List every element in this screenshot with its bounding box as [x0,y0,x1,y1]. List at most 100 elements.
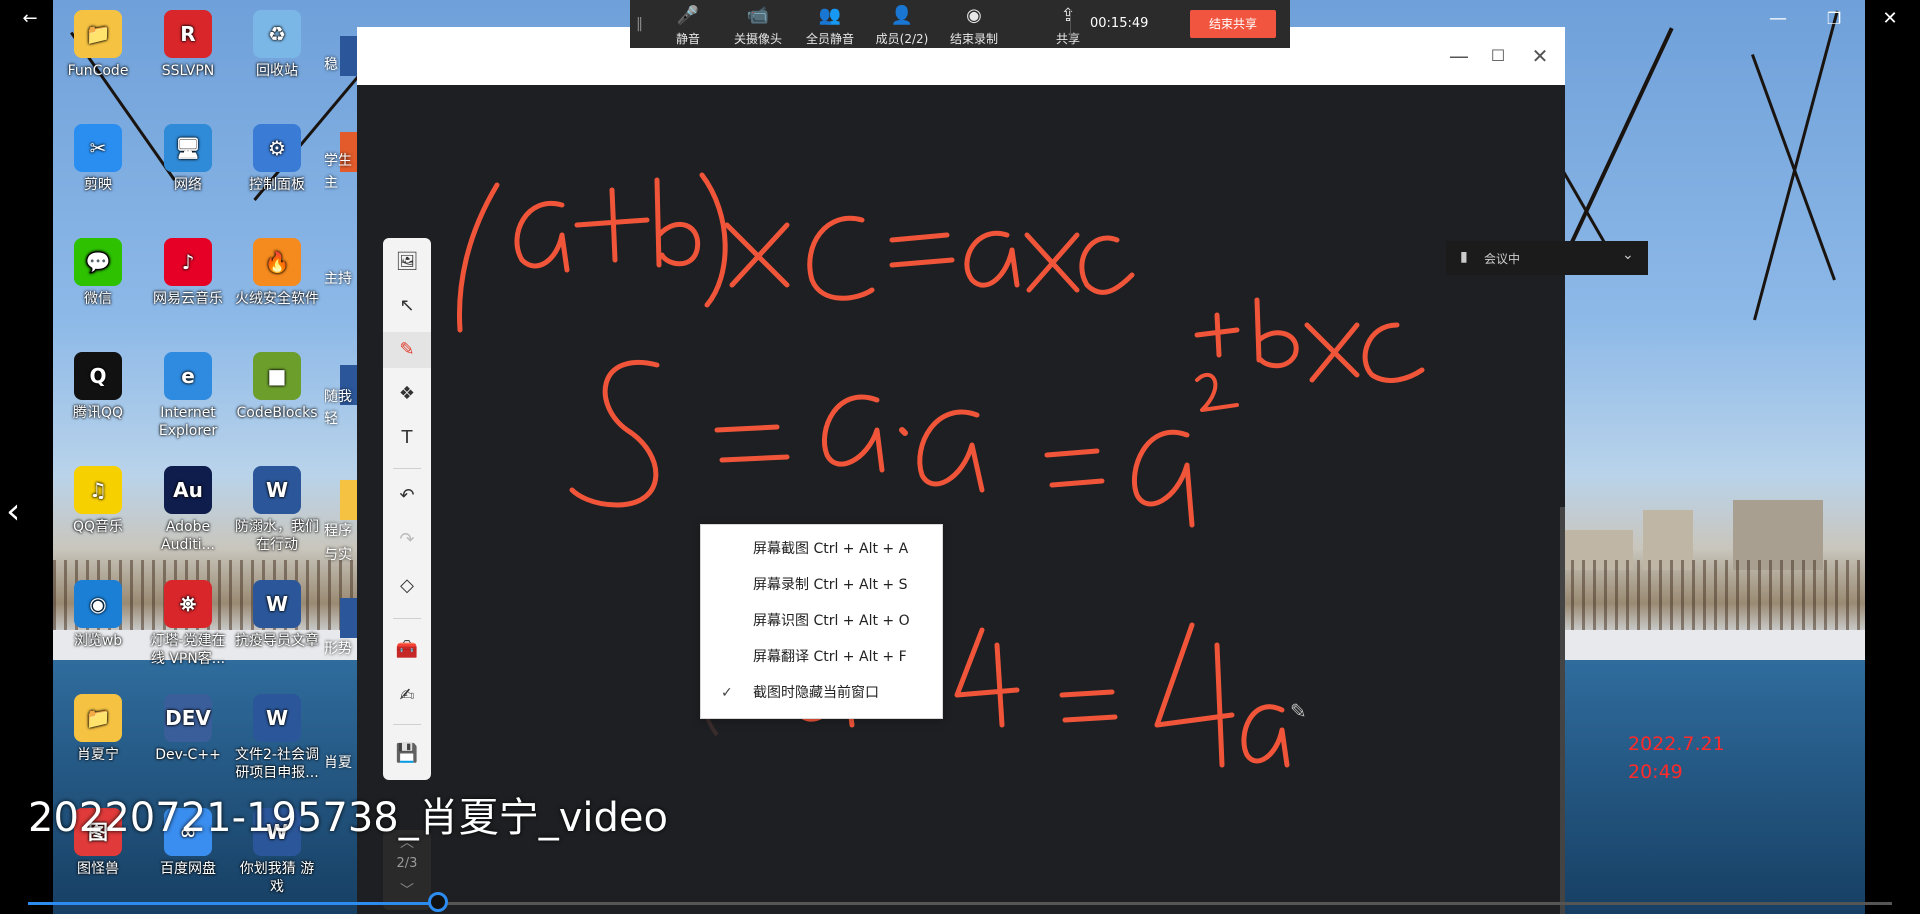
time-line: 20:49 [1628,761,1683,783]
desktop-icon[interactable]: W 文件2-社会调研项目申报... [234,694,320,782]
desktop-icon[interactable]: 📁 FunCode [55,10,141,80]
desktop-icon[interactable]: ⚙ 控制面板 [234,124,320,194]
edit-icon[interactable]: ✍ [383,678,431,714]
meeting-status-bar[interactable]: ▮ 会议中 ⌄ [1446,241,1648,275]
desktop-icon-label: 你划我猜 游戏 [239,861,315,895]
video-progress-fill [28,902,438,905]
toolbar-camera-button[interactable]: 📹 关摄像头 [727,4,789,47]
desktop-icon[interactable]: ⛯ 灯塔-党建在线 VPN客... [145,580,231,668]
desktop-icon-label: SSLVPN [161,63,215,79]
end-share-button[interactable]: 结束共享 [1190,10,1276,38]
wb-minimize-icon[interactable]: — [1444,41,1474,71]
pen-icon[interactable]: ✎ [383,332,431,368]
context-menu-label: 屏幕截图 Ctrl + Alt + A [753,541,909,557]
desktop-icon[interactable]: 📁 肖夏宁 [55,694,141,764]
desktop-icon[interactable]: 🔥 火绒安全软件 [234,238,320,308]
toolbar-microphone-button[interactable]: 🎤 静音 [657,4,719,47]
ink-stroke [1044,448,1105,488]
desktop-icon[interactable]: ♫ QQ音乐 [55,466,141,536]
toolbar-button-label: 关摄像头 [733,32,782,46]
redo-icon[interactable]: ↷ [383,522,431,558]
ink-stroke [1154,622,1235,768]
undo-icon[interactable]: ↶ [383,478,431,514]
mute-all-icon: 👥 [818,5,842,26]
select-icon[interactable]: ↖ [383,288,431,324]
desktop-icon-label: 回收站 [256,63,298,79]
wb-maximize-icon[interactable]: ☐ [1483,41,1513,71]
page-down-icon[interactable]: ﹀ [383,880,431,900]
context-menu-label: 屏幕录制 Ctrl + Alt + S [753,577,908,593]
context-menu-item[interactable]: 屏幕翻译 Ctrl + Alt + F [701,639,942,675]
desktop-app-icon: ♻ [253,10,301,58]
drag-handle-icon[interactable]: ‖ [636,16,643,32]
back-arrow-icon[interactable]: ← [4,0,56,38]
desktop-icon-label: 肖夏宁 [77,747,119,763]
ink-stroke [1079,235,1135,295]
meeting-toolbar: ‖ 🎤 静音 📹 关摄像头 👥 全员静音 👤 成员(2/2) ◉ 结束录制 ⇪ 共享 00:15:49… [630,0,1290,48]
toolbar-separator [393,724,421,725]
context-menu-item[interactable]: 屏幕识图 Ctrl + Alt + O [701,603,942,639]
desktop-icon[interactable]: ◉ 浏览wb [55,580,141,650]
context-menu-label: 截图时隐藏当前窗口 [753,685,879,701]
desktop-icon-label: 防溺水，我们在行动 [235,519,319,553]
desktop-app-icon: ■ [253,352,301,400]
toolbox-icon[interactable]: 🧰 [383,632,431,668]
ink-stroke [514,200,570,273]
desktop-app-icon: ♪ [164,238,212,286]
shapes-icon[interactable]: ❖ [383,376,431,412]
screenshot-context-menu: 屏幕截图 Ctrl + Alt + A 屏幕录制 Ctrl + Alt + S 屏幕… [700,524,943,719]
desktop-icon[interactable]: Q 腾讯QQ [55,352,141,422]
restore-icon[interactable]: ❐ [1808,0,1860,38]
toolbar-mute-all-button[interactable]: 👥 全员静音 [799,4,861,47]
close-icon[interactable]: ✕ [1864,0,1916,38]
desktop-app-icon: Q [74,352,122,400]
chevron-down-icon[interactable]: ⌄ [1622,247,1634,263]
minimize-icon[interactable]: — [1752,0,1804,38]
desktop-icon[interactable]: ♻ 回收站 [234,10,320,80]
desktop-icon[interactable]: ✂ 剪映 [55,124,141,194]
desktop-icon-label: 浏览wb [73,633,123,649]
text-icon[interactable]: T [383,420,431,456]
desktop-app-icon: Au [164,466,212,514]
camera-icon: 📹 [746,5,770,26]
desktop-icon[interactable]: ♪ 网易云音乐 [145,238,231,308]
meeting-status-label: 会议中 [1484,252,1521,266]
wb-close-icon[interactable]: ✕ [1525,41,1555,71]
desktop-icon[interactable]: ■ CodeBlocks [234,352,320,422]
ink-stroke [1024,232,1080,293]
page-indicator: 2/3 [396,856,418,871]
desktop-icon[interactable]: R SSLVPN [145,10,231,80]
toolbar-button-label: 全员静音 [805,32,854,46]
context-menu-item[interactable]: 屏幕录制 Ctrl + Alt + S [701,567,942,603]
image-icon[interactable]: 🖼 [383,244,431,280]
desktop-icon[interactable]: W 抗疫导员文章 [234,580,320,650]
desktop-icon[interactable]: Au Adobe Auditi... [145,466,231,554]
desktop-icon-label-partial: 与实 [324,547,352,563]
desktop-icon[interactable]: 🖥 网络 [145,124,231,194]
desktop-icon-label: FunCode [67,63,129,79]
desktop-icon-label: Adobe Auditi... [161,519,215,553]
desktop-icon-label: Internet Explorer [158,405,218,439]
desktop-icon-label-partial: 稳 [324,57,338,73]
desktop-icon[interactable]: W 防溺水，我们在行动 [234,466,320,554]
desktop-app-icon: W [253,466,301,514]
toolbar-record-button[interactable]: ◉ 结束录制 [943,4,1005,47]
desktop-icon[interactable]: 💬 微信 [55,238,141,308]
desktop-icon[interactable]: DEV Dev-C++ [145,694,231,764]
eraser-icon[interactable]: ◇ [383,568,431,604]
toolbar-members-button[interactable]: 👤 成员(2/2) [871,4,933,47]
ink-stroke [954,627,1020,728]
desktop-app-icon: 🔥 [253,238,301,286]
desktop-app-icon: DEV [164,694,212,742]
desktop-app-icon: W [253,694,301,742]
desktop-icon[interactable]: e Internet Explorer [145,352,231,440]
ink-stroke [1304,322,1360,383]
ink-stroke [457,182,500,333]
save-icon[interactable]: 💾 [383,736,431,772]
desktop-app-icon: W [253,580,301,628]
video-progress-knob[interactable] [428,892,448,912]
context-menu-item[interactable]: 屏幕截图 Ctrl + Alt + A [701,531,942,567]
previous-arrow-icon[interactable]: ‹ [6,490,36,534]
desktop-icon-label: 腾讯QQ [72,405,124,421]
context-menu-item[interactable]: ✓ 截图时隐藏当前窗口 [701,675,942,711]
